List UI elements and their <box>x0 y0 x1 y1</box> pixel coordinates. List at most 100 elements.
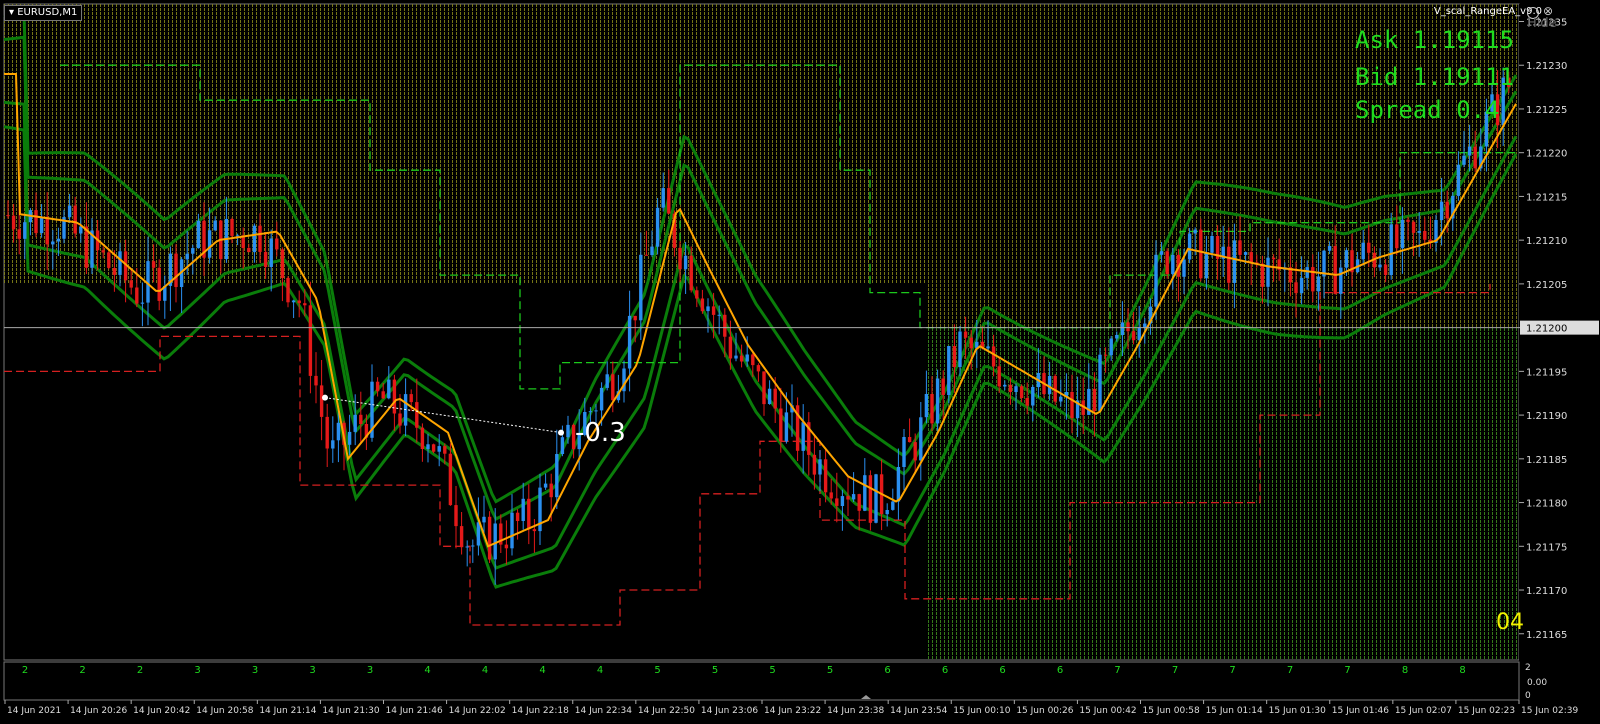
candle-body <box>1092 388 1097 412</box>
candle-body <box>101 250 105 253</box>
candle-body <box>1025 398 1029 406</box>
candle-body <box>230 219 234 236</box>
candle-body <box>1333 246 1337 294</box>
candle-body <box>930 394 934 424</box>
candle-body <box>958 331 962 368</box>
indicator-number: 7 <box>1114 665 1120 676</box>
candle-body <box>1059 396 1063 402</box>
time-axis-label: 15 Jun 00:10 <box>953 706 1010 716</box>
candle-body <box>818 459 822 475</box>
indicator-number: 8 <box>1402 665 1408 676</box>
price-axis-label: 1.21180 <box>1526 499 1567 510</box>
candle-body <box>213 220 217 231</box>
candle-body <box>1182 259 1186 277</box>
time-axis-label: 14 Jun 23:22 <box>764 706 821 716</box>
indicator-number: 4 <box>597 665 603 676</box>
candle-body <box>1266 257 1270 287</box>
candle-body <box>605 374 609 388</box>
candle-body <box>924 394 929 418</box>
candle-body <box>67 205 72 218</box>
candle-body <box>678 247 682 270</box>
candle-body <box>191 248 195 254</box>
candle-body <box>734 355 738 359</box>
candle-body <box>140 302 145 304</box>
candle-body <box>1137 327 1141 341</box>
candle-body <box>56 238 61 242</box>
candle-body <box>1070 392 1074 418</box>
candle-body <box>773 388 777 409</box>
indicator-number: 5 <box>654 665 660 676</box>
candle-body <box>851 494 856 500</box>
candle-body <box>868 475 873 523</box>
indicator-number: 6 <box>999 665 1005 676</box>
price-axis-label: 1.21230 <box>1526 61 1567 72</box>
time-axis-label: 14 Jun 21:46 <box>386 706 443 716</box>
candle-body <box>963 331 968 338</box>
candle-body <box>588 411 593 413</box>
candle-body <box>767 388 772 404</box>
candle-body <box>751 354 755 366</box>
candle-body <box>1327 246 1332 251</box>
candle-body <box>297 300 301 304</box>
symbol-tab[interactable]: ▾ EURUSD,M1 <box>4 5 83 21</box>
candle-body <box>907 437 912 443</box>
candle-body <box>1400 219 1405 249</box>
price-axis-label: 1.21175 <box>1526 542 1567 553</box>
measure-point-end[interactable] <box>558 429 564 436</box>
price-axis-label: 1.21210 <box>1526 236 1567 247</box>
ask-quote: Ask 1.19115 <box>1355 26 1514 54</box>
time-axis-label: 14 Jun 2021 <box>7 706 61 716</box>
candle-body <box>689 255 693 291</box>
candle-body <box>941 378 945 395</box>
candle-body <box>459 526 464 548</box>
symbol-label: EURUSD,M1 <box>17 7 78 18</box>
candle-body <box>1406 219 1410 222</box>
candle-body <box>1395 224 1399 249</box>
candle-body <box>543 483 548 488</box>
candle-body <box>1126 322 1130 332</box>
candle-body <box>151 261 156 268</box>
candle-body <box>812 454 817 475</box>
candle-body <box>801 422 805 451</box>
candle-body <box>885 510 889 515</box>
time-axis-label: 15 Jun 01:46 <box>1332 706 1389 716</box>
candle-body <box>1143 323 1147 328</box>
candle-body <box>420 427 425 449</box>
candle-body <box>952 346 957 368</box>
candle-body <box>1260 263 1265 287</box>
time-axis-label: 14 Jun 21:30 <box>322 706 379 716</box>
candle-body <box>437 446 441 452</box>
candle-body <box>594 410 598 412</box>
indicator-number: 7 <box>1229 665 1235 676</box>
candle-body <box>135 287 139 304</box>
candle-body <box>448 453 453 506</box>
candle-body <box>913 442 917 461</box>
candle-body <box>874 474 878 523</box>
candle-body <box>359 414 363 424</box>
candle-body <box>129 280 133 288</box>
candle-body <box>1344 250 1349 268</box>
candle-body <box>1271 257 1276 260</box>
candle-body <box>566 424 570 438</box>
price-axis-label: 1.21165 <box>1526 630 1567 641</box>
candle-body <box>207 230 212 258</box>
time-axis-label: 15 Jun 01:30 <box>1269 706 1326 716</box>
candle-body <box>639 254 643 321</box>
candle-body <box>555 454 559 498</box>
candle-body <box>700 298 705 312</box>
spread-quote: Spread 0.4 <box>1355 96 1500 124</box>
candle-body <box>415 402 419 428</box>
candle-body <box>947 346 951 395</box>
candle-body <box>633 315 637 321</box>
hide-button[interactable]: Hide <box>1527 16 1557 31</box>
candle-body <box>857 494 861 511</box>
candle-body <box>45 216 49 245</box>
candle-body <box>1467 146 1472 156</box>
candle-body <box>1378 264 1382 268</box>
candle-body <box>728 336 733 359</box>
measure-point-start[interactable] <box>322 394 328 401</box>
subwindow-max-label: 2 <box>1525 663 1531 673</box>
candle-body <box>599 387 604 411</box>
indicator-number: 5 <box>827 665 833 676</box>
zone-right-green <box>925 327 1519 660</box>
